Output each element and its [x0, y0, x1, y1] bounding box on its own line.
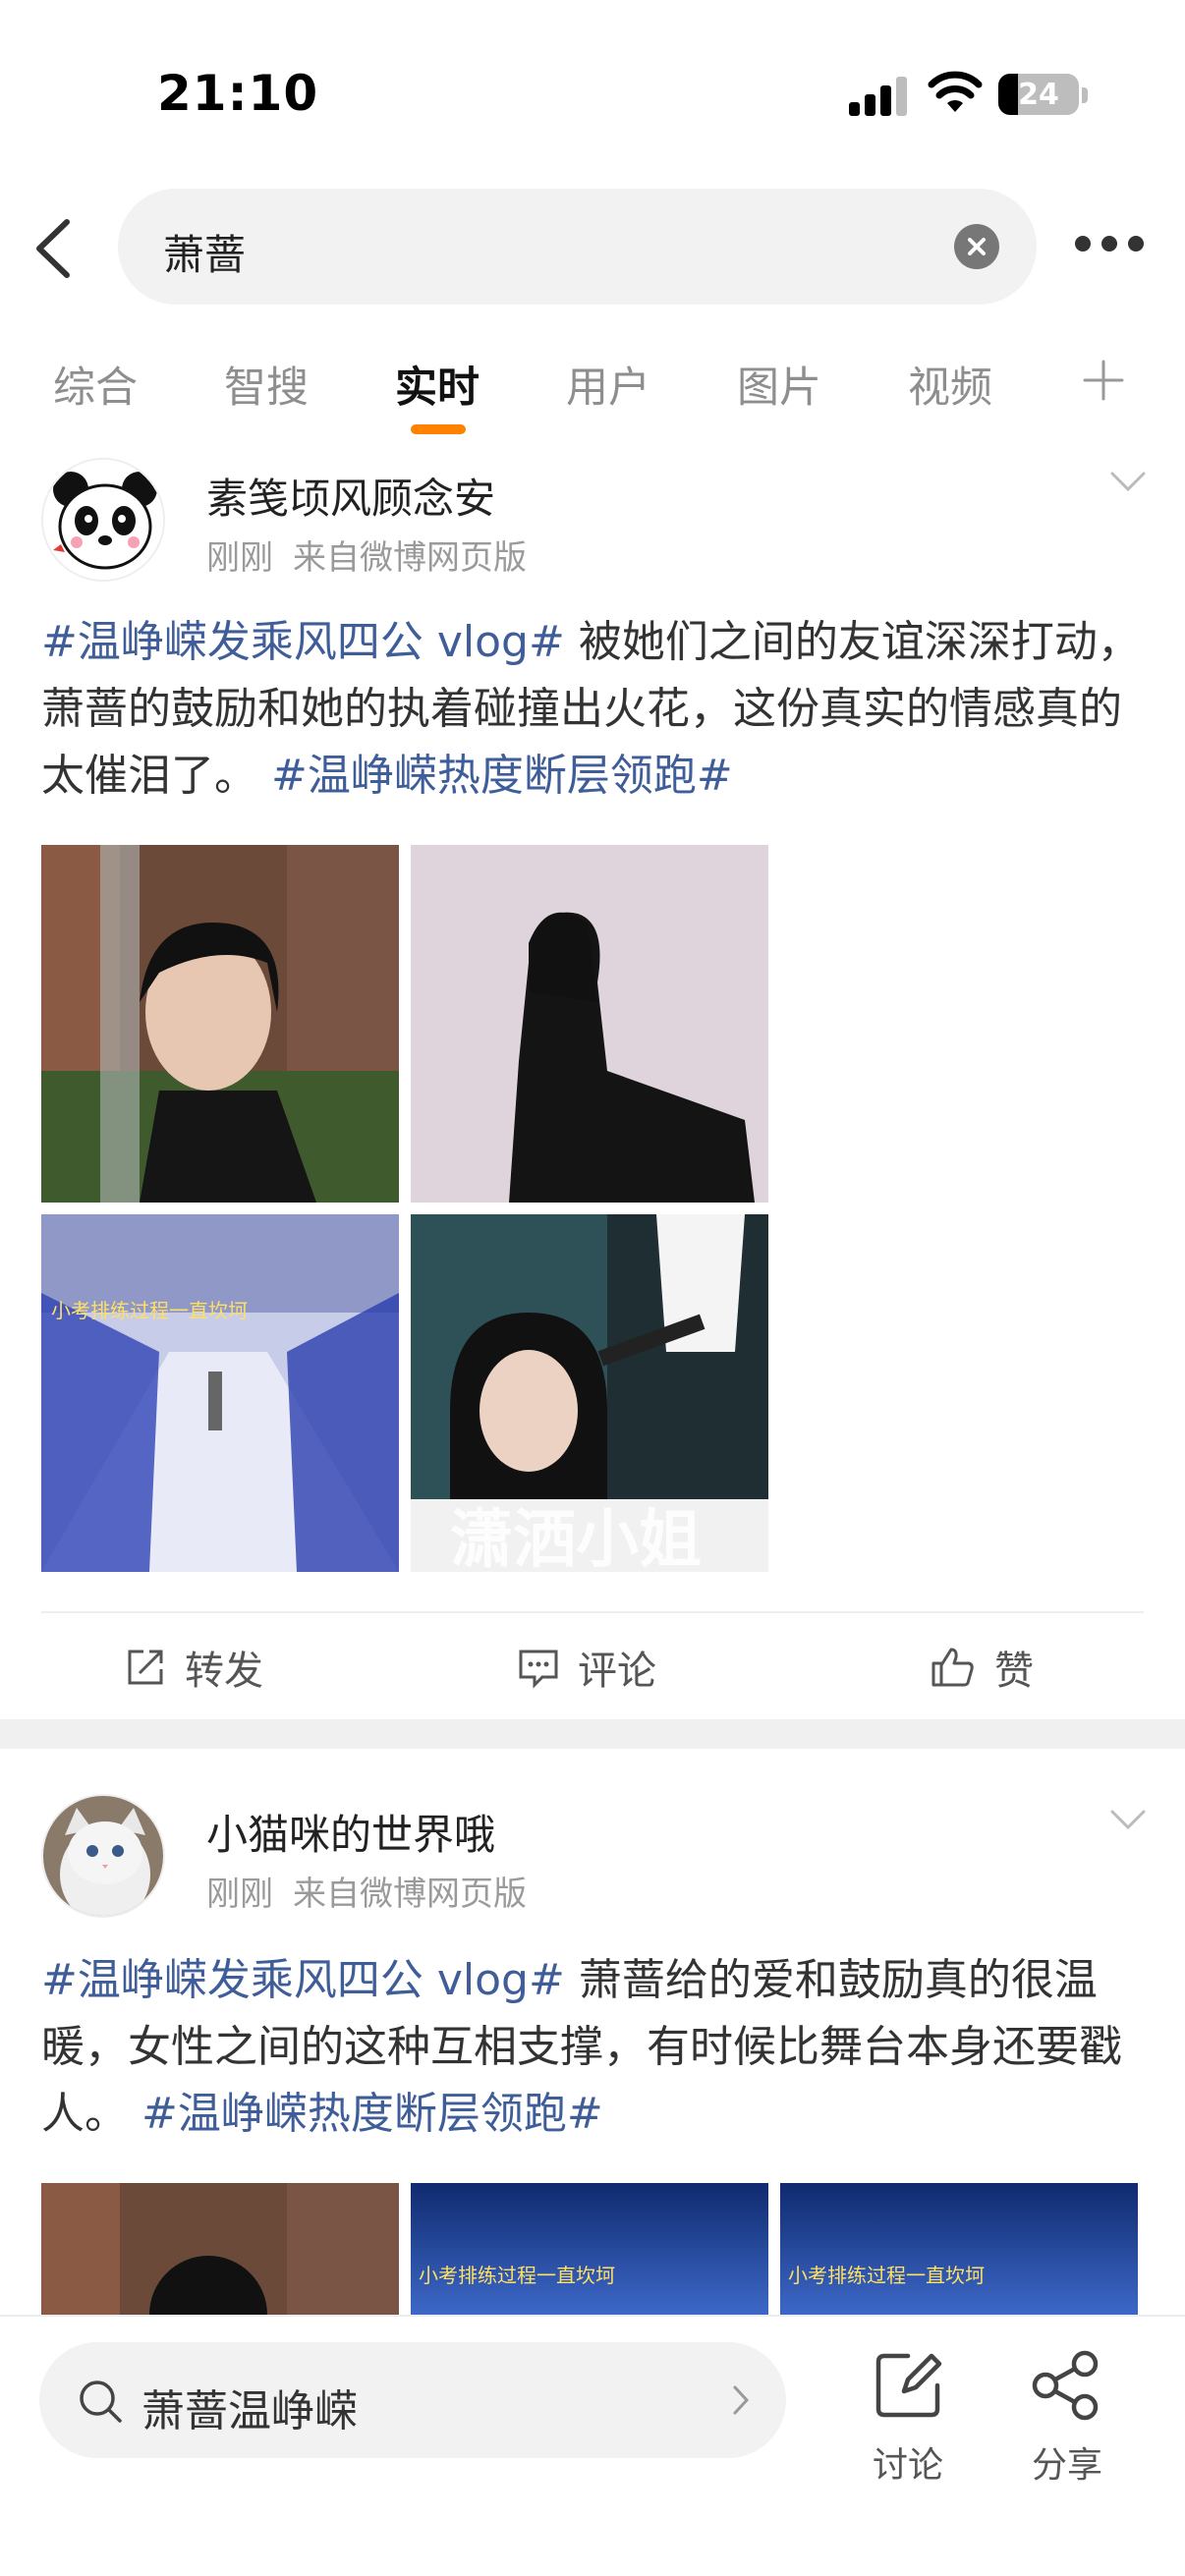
more-icon[interactable]	[1075, 232, 1144, 255]
back-arrow-icon[interactable]	[28, 214, 86, 283]
post-separator	[0, 1719, 1185, 1749]
tab-realtime[interactable]: 实时	[395, 354, 480, 415]
hashtag-link[interactable]: #温峥嵘热度断层领跑#	[271, 751, 733, 801]
chevron-right-icon	[733, 2385, 750, 2415]
clear-icon[interactable]	[954, 224, 999, 269]
comment-label: 评论	[578, 1649, 656, 1694]
related-search-button[interactable]: 萧蔷温峥嵘	[39, 2342, 786, 2458]
plus-icon[interactable]	[1081, 358, 1126, 403]
search-icon	[80, 2380, 122, 2423]
discuss-button[interactable]: 讨论	[849, 2340, 967, 2488]
tab-videos[interactable]: 视频	[908, 354, 992, 415]
chevron-down-icon[interactable]	[1108, 1808, 1148, 1831]
like-button[interactable]: 赞	[930, 1643, 1034, 1694]
post-source: 来自微博网页版	[293, 1875, 527, 1914]
search-query: 萧蔷	[163, 231, 247, 279]
battery-icon: 24	[998, 74, 1079, 115]
post-time: 刚刚	[206, 1875, 273, 1914]
chevron-down-icon[interactable]	[1108, 470, 1148, 493]
comment-button[interactable]: 评论	[517, 1643, 656, 1694]
post-image[interactable]: 小考排练过程一直坎坷	[780, 2183, 1138, 2315]
tab-users[interactable]: 用户	[566, 354, 650, 415]
post-source: 来自微博网页版	[293, 538, 527, 578]
avatar[interactable]	[41, 1794, 165, 1918]
post-image[interactable]	[41, 845, 399, 1203]
wifi-icon	[928, 71, 983, 112]
post-image[interactable]	[41, 2183, 399, 2315]
tab-smart-search[interactable]: 智搜	[224, 354, 309, 415]
image-caption: 潇洒小姐	[450, 1504, 702, 1572]
discuss-label: 讨论	[872, 2445, 943, 2486]
repost-label: 转发	[185, 1649, 263, 1694]
bottom-bar: 萧蔷温峥嵘 讨论 分享	[0, 2315, 1185, 2576]
tab-comprehensive[interactable]: 综合	[53, 354, 138, 415]
search-input[interactable]: 萧蔷	[118, 189, 1037, 305]
hashtag-link[interactable]: #温峥嵘热度断层领跑#	[141, 2089, 603, 2139]
post-meta: 刚刚 来自微博网页版	[206, 1867, 527, 1915]
post-image[interactable]: 小考排练过程一直坎坷	[41, 1214, 399, 1572]
post-time: 刚刚	[206, 538, 273, 578]
image-caption: 小考排练过程一直坎坷	[788, 2264, 985, 2287]
related-search-text: 萧蔷温峥嵘	[141, 2386, 358, 2436]
like-icon	[931, 1648, 974, 1687]
repost-icon	[128, 1650, 163, 1685]
tab-images[interactable]: 图片	[737, 354, 821, 415]
status-time: 21:10	[157, 65, 319, 122]
image-caption: 小考排练过程一直坎坷	[51, 1299, 248, 1322]
edit-icon	[875, 2353, 942, 2418]
post-text: #温峥嵘发乘风四公 vlog# 被她们之间的友谊深深打动，萧蔷的鼓励和她的执着碰…	[41, 609, 1148, 810]
search-tabs: 综合 智搜 实时 用户 图片 视频	[0, 344, 1185, 442]
post-image[interactable]: 潇洒小姐	[411, 1214, 768, 1572]
share-icon	[1032, 2350, 1099, 2421]
active-tab-indicator	[411, 424, 466, 434]
like-label: 赞	[994, 1649, 1034, 1694]
repost-button[interactable]: 转发	[124, 1643, 263, 1694]
cellular-signal-icon	[849, 75, 908, 116]
post-image[interactable]: 小考排练过程一直坎坷	[411, 2183, 768, 2315]
avatar[interactable]	[41, 458, 165, 582]
share-label: 分享	[1031, 2445, 1102, 2486]
post-meta: 刚刚 来自微博网页版	[206, 531, 527, 579]
status-bar: 21:10 24	[0, 0, 1185, 187]
username[interactable]: 小猫咪的世界哦	[206, 1802, 495, 1862]
post-action-bar: 转发 评论 赞	[41, 1611, 1144, 1717]
post-image[interactable]	[411, 845, 768, 1203]
battery-level: 24	[1018, 78, 1059, 112]
hashtag-link[interactable]: #温峥嵘发乘风四公 vlog#	[41, 1955, 565, 2005]
username[interactable]: 素笺顷风顾念安	[206, 466, 495, 526]
image-caption: 小考排练过程一直坎坷	[419, 2264, 615, 2287]
post-text: #温峥嵘发乘风四公 vlog# 萧蔷给的爱和鼓励真的很温暖，女性之间的这种互相支…	[41, 1947, 1148, 2148]
hashtag-link[interactable]: #温峥嵘发乘风四公 vlog#	[41, 617, 565, 667]
share-button[interactable]: 分享	[1008, 2340, 1126, 2488]
comment-icon	[519, 1650, 558, 1689]
